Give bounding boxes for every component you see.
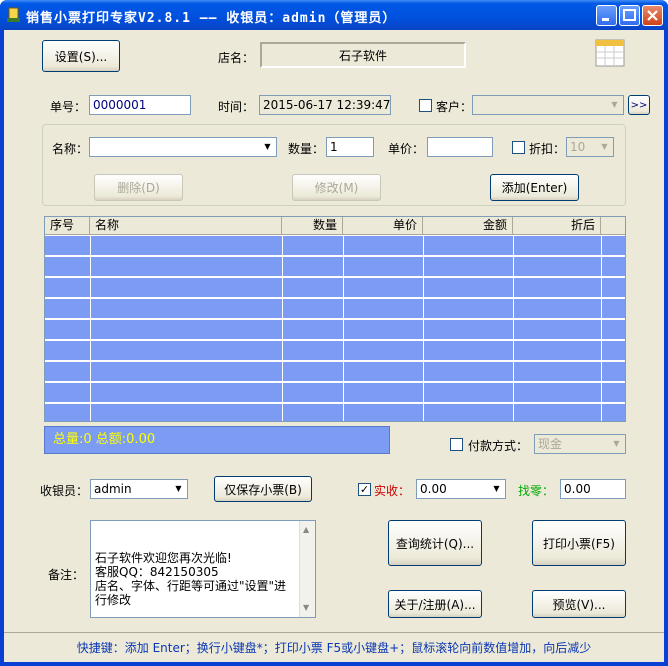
about-button[interactable]: 关于/注册(A)... bbox=[388, 590, 482, 618]
customer-label: 客户： bbox=[436, 100, 473, 114]
cashier-label: 收银员： bbox=[40, 484, 89, 498]
maximize-button[interactable] bbox=[619, 5, 640, 26]
chevron-down-icon: ▼ bbox=[489, 481, 504, 497]
app-icon bbox=[6, 7, 22, 23]
received-checkbox[interactable]: ✓ bbox=[358, 483, 371, 496]
change-field[interactable]: 0.00 bbox=[560, 479, 626, 499]
window-title: 销售小票打印专家V2.8.1 —— 收银员：admin（管理员） bbox=[26, 11, 397, 26]
time-field: 2015-06-17 12:39:47 bbox=[259, 95, 391, 115]
table-row[interactable] bbox=[45, 383, 625, 403]
time-label: 时间： bbox=[218, 100, 255, 114]
modify-button[interactable]: 修改(M) bbox=[292, 174, 381, 201]
shortcut-status-bar: 快捷键：添加 Enter；换行小键盘*；打印小票 F5或小键盘+；鼠标滚轮向前数… bbox=[4, 632, 664, 662]
discount-select[interactable]: 10 ▼ bbox=[566, 137, 614, 157]
minimize-button[interactable] bbox=[596, 5, 617, 26]
received-label: 实收： bbox=[374, 484, 411, 498]
chevron-down-icon: ▼ bbox=[607, 97, 622, 113]
cashier-select[interactable]: admin ▼ bbox=[90, 479, 188, 499]
column-header[interactable]: 单价 bbox=[343, 217, 423, 235]
totals-bar: 总量:0 总额:0.00 bbox=[44, 426, 390, 454]
price-input[interactable] bbox=[427, 137, 493, 157]
table-row[interactable] bbox=[45, 320, 625, 340]
order-no-label: 单号： bbox=[50, 100, 87, 114]
table-row[interactable] bbox=[45, 278, 625, 298]
save-only-button[interactable]: 仅保存小票(B) bbox=[214, 476, 312, 502]
chevron-up-icon: ▲ bbox=[303, 525, 310, 534]
qty-label: 数量： bbox=[288, 142, 325, 156]
remark-label: 备注： bbox=[48, 568, 85, 582]
chevron-down-icon: ▼ bbox=[171, 481, 186, 497]
column-divider bbox=[601, 235, 602, 421]
table-row[interactable] bbox=[45, 404, 625, 421]
discount-label: 折扣： bbox=[529, 142, 566, 156]
title-bar[interactable]: 销售小票打印专家V2.8.1 —— 收银员：admin（管理员） bbox=[0, 0, 668, 30]
payment-checkbox[interactable] bbox=[450, 438, 463, 451]
table-row[interactable] bbox=[45, 257, 625, 277]
add-button[interactable]: 添加(Enter) bbox=[490, 174, 579, 201]
items-table[interactable]: 序号 名称 数量 单价 金额 折后 bbox=[44, 216, 626, 422]
remark-scrollbar[interactable]: ▲ ▼ bbox=[299, 521, 315, 617]
remark-textarea[interactable]: 石子软件欢迎您再次光临! 客服QQ：842150305 店名、字体、行距等可通过… bbox=[90, 520, 316, 618]
calendar-icon[interactable] bbox=[594, 36, 626, 68]
name-label: 名称： bbox=[52, 142, 89, 156]
column-header[interactable]: 金额 bbox=[423, 217, 513, 235]
chevron-down-icon: ▼ bbox=[260, 139, 275, 155]
table-row[interactable] bbox=[45, 341, 625, 361]
store-name-field: 石子软件 bbox=[260, 42, 466, 68]
column-divider bbox=[90, 235, 91, 421]
chevron-down-icon: ▼ bbox=[597, 139, 612, 155]
column-divider bbox=[513, 235, 514, 421]
column-divider bbox=[343, 235, 344, 421]
name-select[interactable]: ▼ bbox=[89, 137, 277, 157]
more-button[interactable]: >> bbox=[628, 95, 650, 115]
column-header[interactable]: 名称 bbox=[90, 217, 282, 235]
discount-checkbox[interactable] bbox=[512, 141, 525, 154]
delete-button[interactable]: 删除(D) bbox=[94, 174, 183, 201]
chevron-down-icon: ▼ bbox=[609, 436, 624, 452]
customer-select[interactable]: ▼ bbox=[472, 95, 624, 115]
preview-button[interactable]: 预览(V)... bbox=[532, 590, 626, 618]
qty-input[interactable]: 1 bbox=[326, 137, 374, 157]
customer-checkbox[interactable] bbox=[419, 99, 432, 112]
chevron-down-icon: ▼ bbox=[303, 603, 310, 612]
app-window: 销售小票打印专家V2.8.1 —— 收银员：admin（管理员） 设置(S)..… bbox=[0, 0, 668, 666]
table-row[interactable] bbox=[45, 362, 625, 382]
payment-label: 付款方式： bbox=[468, 439, 529, 453]
received-select[interactable]: 0.00 ▼ bbox=[416, 479, 506, 499]
payment-select[interactable]: 现金 ▼ bbox=[534, 434, 626, 454]
column-header-filler bbox=[601, 217, 625, 235]
settings-button[interactable]: 设置(S)... bbox=[42, 40, 120, 72]
column-divider bbox=[423, 235, 424, 421]
table-row[interactable] bbox=[45, 236, 625, 256]
column-header[interactable]: 序号 bbox=[45, 217, 90, 235]
column-header[interactable]: 数量 bbox=[282, 217, 343, 235]
print-button[interactable]: 打印小票(F5) bbox=[532, 520, 626, 566]
table-row[interactable] bbox=[45, 299, 625, 319]
column-divider bbox=[282, 235, 283, 421]
order-no-input[interactable]: 0000001 bbox=[89, 95, 191, 115]
price-label: 单价： bbox=[388, 142, 425, 156]
main-panel: 设置(S)... 店名： 石子软件 单号： 0000001 时间： 2015-0… bbox=[4, 30, 664, 662]
close-button[interactable] bbox=[642, 5, 663, 26]
store-label: 店名： bbox=[218, 51, 255, 65]
stats-button[interactable]: 查询统计(Q)... bbox=[388, 520, 482, 566]
change-label: 找零： bbox=[518, 484, 555, 498]
column-header[interactable]: 折后 bbox=[513, 217, 601, 235]
